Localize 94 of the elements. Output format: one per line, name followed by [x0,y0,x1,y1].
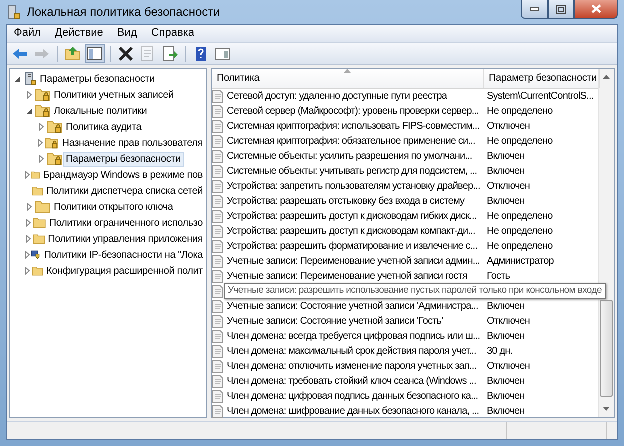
policy-cell-text: Учетные записи: Переименование учетной записи админ... [226,255,481,268]
policy-cell-text: Член домена: шифрование данных безопасного канала, ... [226,405,480,418]
policy-cell-text: Член домена: отключить изменение пароля учетных зап... [226,360,478,373]
value-cell-text: Не определено [486,135,554,148]
policy-cell-text: Член домена: всегда требуется цифровая подпись или ш... [226,330,482,343]
value-cell-text: Включен [486,300,526,313]
policy-cell-text: Системные объекты: усилить разрешения по умолчани... [226,150,474,163]
folder-icon [35,200,51,214]
value-cell-text: Включен [486,375,526,388]
tree-item[interactable]: Брандмауэр Windows в режиме пов [40,168,206,182]
tree-item[interactable]: Политики IP-безопасности на "Лока [41,248,206,262]
value-cell-text: Отключен [486,360,532,373]
tree-item[interactable]: Политика аудита [63,120,145,134]
tree-item[interactable]: Политики учетных записей [51,88,177,102]
tree-item[interactable]: Параметры безопасности [63,152,184,166]
value-cell-text: Включен [486,150,526,163]
computer-icon [23,72,37,86]
locked-folder-icon [35,88,51,102]
value-cell-text: Включен [486,165,526,178]
value-cell-text: Отключен [486,315,532,328]
toolbar-button[interactable] [116,44,136,63]
menu-item[interactable]: Вид [110,25,144,42]
help-icon [193,46,209,62]
properties-icon [140,46,156,62]
policy-cell-text: Член домена: максимальный срок действия пароля учет... [226,345,478,358]
console-tree-icon [87,46,103,62]
policy-cell-text: Устройства: разрешить форматирование и извлечение с... [226,240,478,253]
value-cell-text: Включен [486,390,526,403]
folder-up-icon [65,46,81,62]
toolbar-button[interactable] [85,44,105,63]
console-view-icon [215,46,231,62]
policy-cell-text: Системные объекты: учитывать регистр для подсистем, ... [226,165,478,178]
policy-cell-text: Системная криптография: использовать FIPS-совместим... [226,120,481,133]
value-cell-text: Включен [486,330,526,343]
window-title: Локальная политика безопасности [27,5,222,19]
policy-cell-text: Учетные записи: Состояние учетной записи 'Администра... [226,300,480,313]
policy-cell-text: Сетевой доступ: удаленно доступные пути реестра [226,90,448,103]
tree-item[interactable]: Политики диспетчера списка сетей [43,184,206,198]
value-cell-text: Отключен [486,180,532,193]
delete-icon [118,46,134,62]
value-cell-text: Включен [486,195,526,208]
maximize-button[interactable] [548,0,574,19]
tooltip: Учетные записи: разрешить использование пустых паролей только при консольном входе [224,283,606,299]
minimize-icon [530,7,539,11]
tree-item[interactable]: Назначение прав пользователя [59,136,206,150]
policy-cell-text: Системная криптография: обязательное применение си... [226,135,476,148]
policy-cell-text: Член домена: требовать стойкий ключ сеанса (Windows ... [226,375,478,388]
policy-cell-text: Устройства: разрешить доступ к дисководам гибких диск... [226,210,478,223]
policy-cell-text: Сетевой сервер (Майкрософт): уровень проверки сервер... [226,105,480,118]
close-icon [590,4,602,14]
policy-cell-text: Член домена: цифровая подпись данных безопасного ка... [226,390,480,403]
scroll-down-icon [603,407,610,411]
network-shield-icon [31,248,42,262]
tree-item[interactable]: Политики управления приложения [45,232,206,246]
value-cell-text: Не определено [486,240,554,253]
minimize-button[interactable] [521,0,548,19]
export-list-icon [162,46,178,62]
tree-item[interactable]: Политики ограниченного использо [46,216,206,230]
scroll-thumb[interactable] [600,300,613,397]
column-header[interactable]: Политика [212,69,484,88]
menu-item[interactable]: Действие [48,25,110,42]
scroll-up-icon [603,75,610,79]
value-cell-text: Гость [486,270,512,283]
value-cell-text: Включен [486,405,526,418]
value-cell-text: Не определено [486,105,554,118]
policy-cell-text: Учетные записи: Переименование учетной записи гостя [226,270,468,283]
folder-icon [32,184,44,198]
value-cell-text: Не определено [486,225,554,238]
locked-folder-icon [47,120,63,134]
locked-folder-icon [47,152,63,166]
locked-folder-icon [35,104,51,118]
tree-item[interactable]: Политики открытого ключа [51,200,176,214]
menu-item[interactable]: Файл [7,25,48,42]
value-cell-text: 30 дн. [486,345,514,358]
tree-item[interactable]: Локальные политики [51,104,150,118]
policy-cell-text: Устройства: запретить пользователям установку драйвер... [226,180,482,193]
value-cell-text: Отключен [486,120,532,133]
policy-cell-text: Устройства: разрешать отстыковку без входа в систему [226,195,466,208]
folder-icon [32,264,44,278]
policy-cell-text: Устройства: разрешить доступ к дисководам компакт-ди... [226,225,476,238]
tree-item[interactable]: Параметры безопасности [37,72,158,86]
close-button[interactable] [574,0,618,19]
app-icon [6,4,21,20]
policy-cell-text: Учетные записи: Состояние учетной записи 'Гость' [226,315,444,328]
menu-item[interactable]: Справка [144,25,202,42]
value-cell-text: Администратор [486,255,555,268]
value-cell-text: Не определено [486,210,554,223]
locked-folder-icon [45,136,60,150]
sort-arrow-icon [344,69,351,73]
maximize-icon [556,4,566,14]
tree-item[interactable]: Конфигурация расширенной полит [44,264,206,278]
folder-icon [32,232,46,246]
folder-icon [33,216,46,230]
value-cell-text: System\CurrentControlS... [486,90,592,103]
